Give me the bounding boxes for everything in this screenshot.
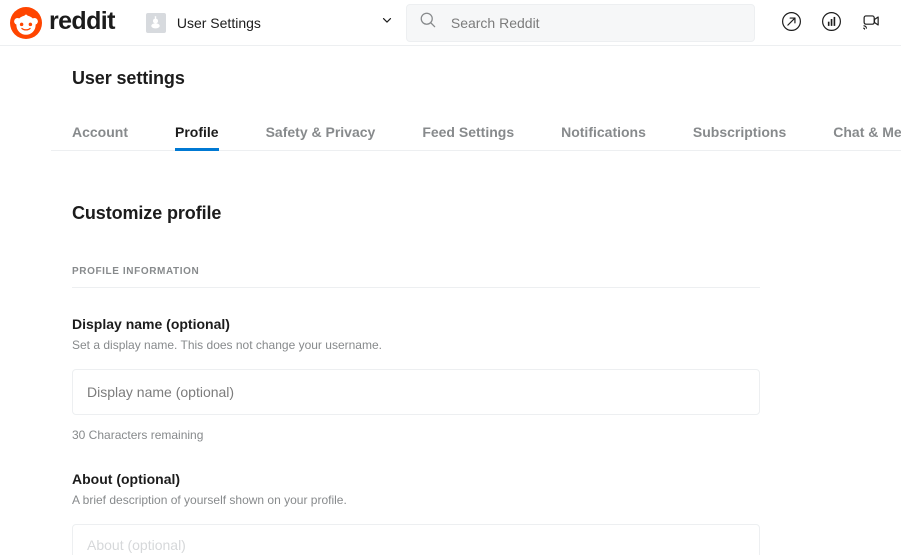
tab-chat-messaging[interactable]: Chat & Messaging — [833, 124, 901, 150]
settings-content: Customize profile PROFILE INFORMATION Di… — [0, 203, 901, 555]
popular-trending-icon — [781, 11, 802, 35]
display-name-description: Set a display name. This does not change… — [72, 338, 382, 352]
popular-trending-button[interactable] — [775, 7, 807, 39]
chevron-down-icon — [380, 13, 394, 32]
live-video-button[interactable] — [855, 7, 887, 39]
search-icon — [419, 11, 437, 34]
search-bar[interactable] — [405, 3, 755, 42]
reddit-snoo-logo-icon — [10, 6, 42, 39]
tab-subscriptions[interactable]: Subscriptions — [693, 124, 786, 150]
about-label: About (optional) — [72, 471, 181, 487]
field-about: About (optional) A brief description of … — [72, 470, 760, 555]
settings-page: User settings Account Profile Safety & P… — [0, 46, 901, 555]
tab-feed-settings[interactable]: Feed Settings — [422, 124, 514, 150]
page-header: User settings — [0, 46, 901, 89]
live-video-icon — [860, 10, 882, 35]
search-input[interactable] — [450, 14, 742, 31]
display-name-input[interactable] — [72, 369, 760, 415]
tab-profile[interactable]: Profile — [175, 124, 219, 151]
user-settings-dropdown-label: User Settings — [176, 14, 261, 31]
tab-notifications[interactable]: Notifications — [561, 124, 646, 150]
about-input-wrap — [72, 524, 760, 555]
section-label-profile-information: PROFILE INFORMATION — [72, 266, 760, 288]
field-display-name: Display name (optional) Set a display na… — [72, 315, 760, 443]
stats-chart-button[interactable] — [815, 7, 847, 39]
about-textarea[interactable] — [72, 524, 760, 555]
header-action-buttons — [775, 7, 893, 39]
display-name-characters-remaining: 30 Characters remaining — [72, 428, 204, 442]
top-header-bar: reddit User Settings — [0, 0, 901, 46]
display-name-input-wrap — [72, 369, 760, 415]
tab-safety-privacy[interactable]: Safety & Privacy — [266, 124, 376, 150]
about-description: A brief description of yourself shown on… — [72, 493, 347, 507]
stats-chart-icon — [821, 11, 842, 35]
settings-tabbar: Account Profile Safety & Privacy Feed Se… — [51, 119, 901, 151]
section-title-customize-profile: Customize profile — [72, 203, 222, 223]
display-name-label: Display name (optional) — [72, 316, 230, 332]
page-title: User settings — [72, 68, 185, 88]
user-settings-dropdown[interactable]: User Settings — [141, 5, 403, 41]
reddit-wordmark: reddit — [49, 7, 115, 35]
reddit-home-link[interactable]: reddit — [8, 6, 121, 39]
user-avatar-icon — [145, 12, 166, 33]
tab-account[interactable]: Account — [72, 124, 128, 150]
